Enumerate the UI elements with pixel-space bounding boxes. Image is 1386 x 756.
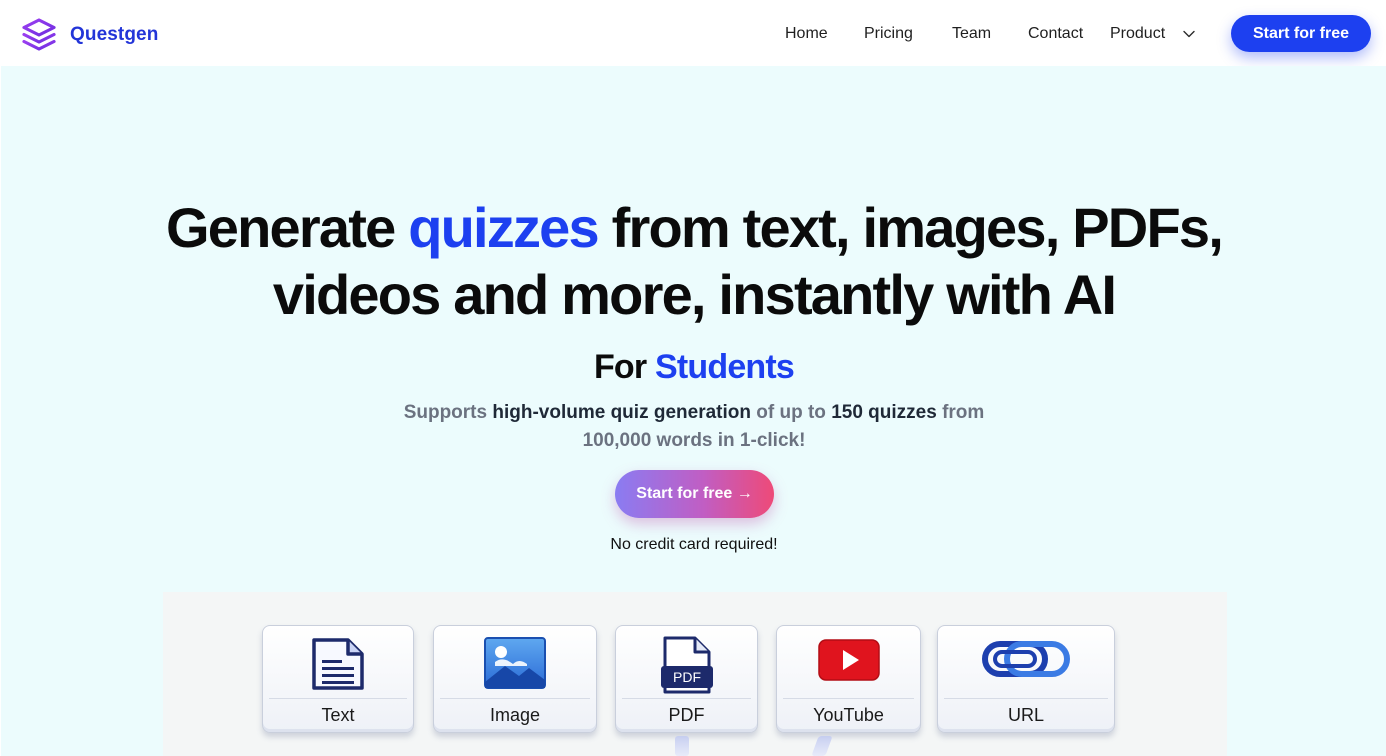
page: Questgen Home Pricing Team Contact Produ… bbox=[0, 0, 1386, 756]
brand-name: Questgen bbox=[70, 24, 159, 45]
source-tile-pdf[interactable]: PDF PDF bbox=[615, 625, 758, 733]
hero-support-text: Supports high-volume quiz generation of … bbox=[369, 399, 1019, 455]
link-icon bbox=[982, 641, 1070, 677]
nav-product-dropdown[interactable]: Product bbox=[1110, 25, 1196, 43]
tile-divider bbox=[269, 698, 407, 699]
connector-line bbox=[675, 736, 689, 756]
headline-part1: Generate bbox=[166, 196, 409, 259]
source-label: YouTube bbox=[813, 705, 884, 725]
headline-accent: quizzes bbox=[408, 196, 599, 259]
source-label: Text bbox=[321, 705, 355, 725]
no-credit-card-note: No credit card required! bbox=[610, 536, 778, 553]
hero-headline: Generate quizzes from text, images, PDFs… bbox=[1, 194, 1386, 328]
sources-illustration: Text Image PDF PDF YouTube URL bbox=[163, 592, 1227, 756]
nav-link-home[interactable]: Home bbox=[785, 25, 828, 43]
youtube-play-icon bbox=[817, 639, 880, 681]
nav-link-pricing[interactable]: Pricing bbox=[864, 25, 913, 43]
connector-line bbox=[811, 736, 833, 756]
source-label: Image bbox=[489, 705, 541, 725]
support-text-1: Supports bbox=[403, 402, 493, 423]
headline-part2: from text, images, PDFs, bbox=[597, 196, 1224, 259]
source-label: URL bbox=[1007, 705, 1044, 725]
nav-link-contact[interactable]: Contact bbox=[1028, 25, 1083, 43]
start-for-free-hero-button[interactable]: Start for free → bbox=[615, 470, 774, 518]
source-tile-url[interactable]: URL bbox=[937, 625, 1115, 733]
headline-line2: videos and more, instantly with AI bbox=[272, 263, 1117, 326]
document-icon bbox=[312, 638, 364, 690]
stacked-layers-icon bbox=[22, 18, 56, 51]
tile-divider bbox=[622, 698, 751, 699]
nav-product-label: Product bbox=[1110, 25, 1166, 42]
tile-divider bbox=[783, 698, 914, 699]
subhead-prefix: For bbox=[593, 348, 655, 386]
tile-divider bbox=[944, 698, 1108, 699]
subhead-audience: Students bbox=[654, 348, 795, 386]
nav-link-team[interactable]: Team bbox=[952, 25, 991, 43]
pdf-badge-text: PDF bbox=[673, 669, 701, 685]
source-tile-text[interactable]: Text bbox=[262, 625, 414, 733]
pdf-file-icon: PDF bbox=[660, 636, 713, 694]
source-tile-youtube[interactable]: YouTube bbox=[776, 625, 921, 733]
support-text-3: of up to bbox=[750, 402, 832, 423]
source-label: PDF bbox=[668, 705, 705, 725]
hero-subhead: For Students bbox=[1, 348, 1386, 387]
support-text-4: 150 quizzes bbox=[831, 402, 937, 423]
start-for-free-nav-button[interactable]: Start for free bbox=[1231, 15, 1371, 52]
brand-link[interactable]: Questgen bbox=[21, 17, 158, 53]
tile-divider bbox=[440, 698, 590, 699]
support-text-2: high-volume quiz generation bbox=[492, 402, 751, 423]
source-tile-image[interactable]: Image bbox=[433, 625, 597, 733]
hero-section: Generate quizzes from text, images, PDFs… bbox=[1, 66, 1386, 756]
picture-icon bbox=[484, 637, 546, 689]
top-navbar: Questgen Home Pricing Team Contact Produ… bbox=[0, 0, 1386, 66]
chevron-down-icon bbox=[1183, 30, 1195, 38]
